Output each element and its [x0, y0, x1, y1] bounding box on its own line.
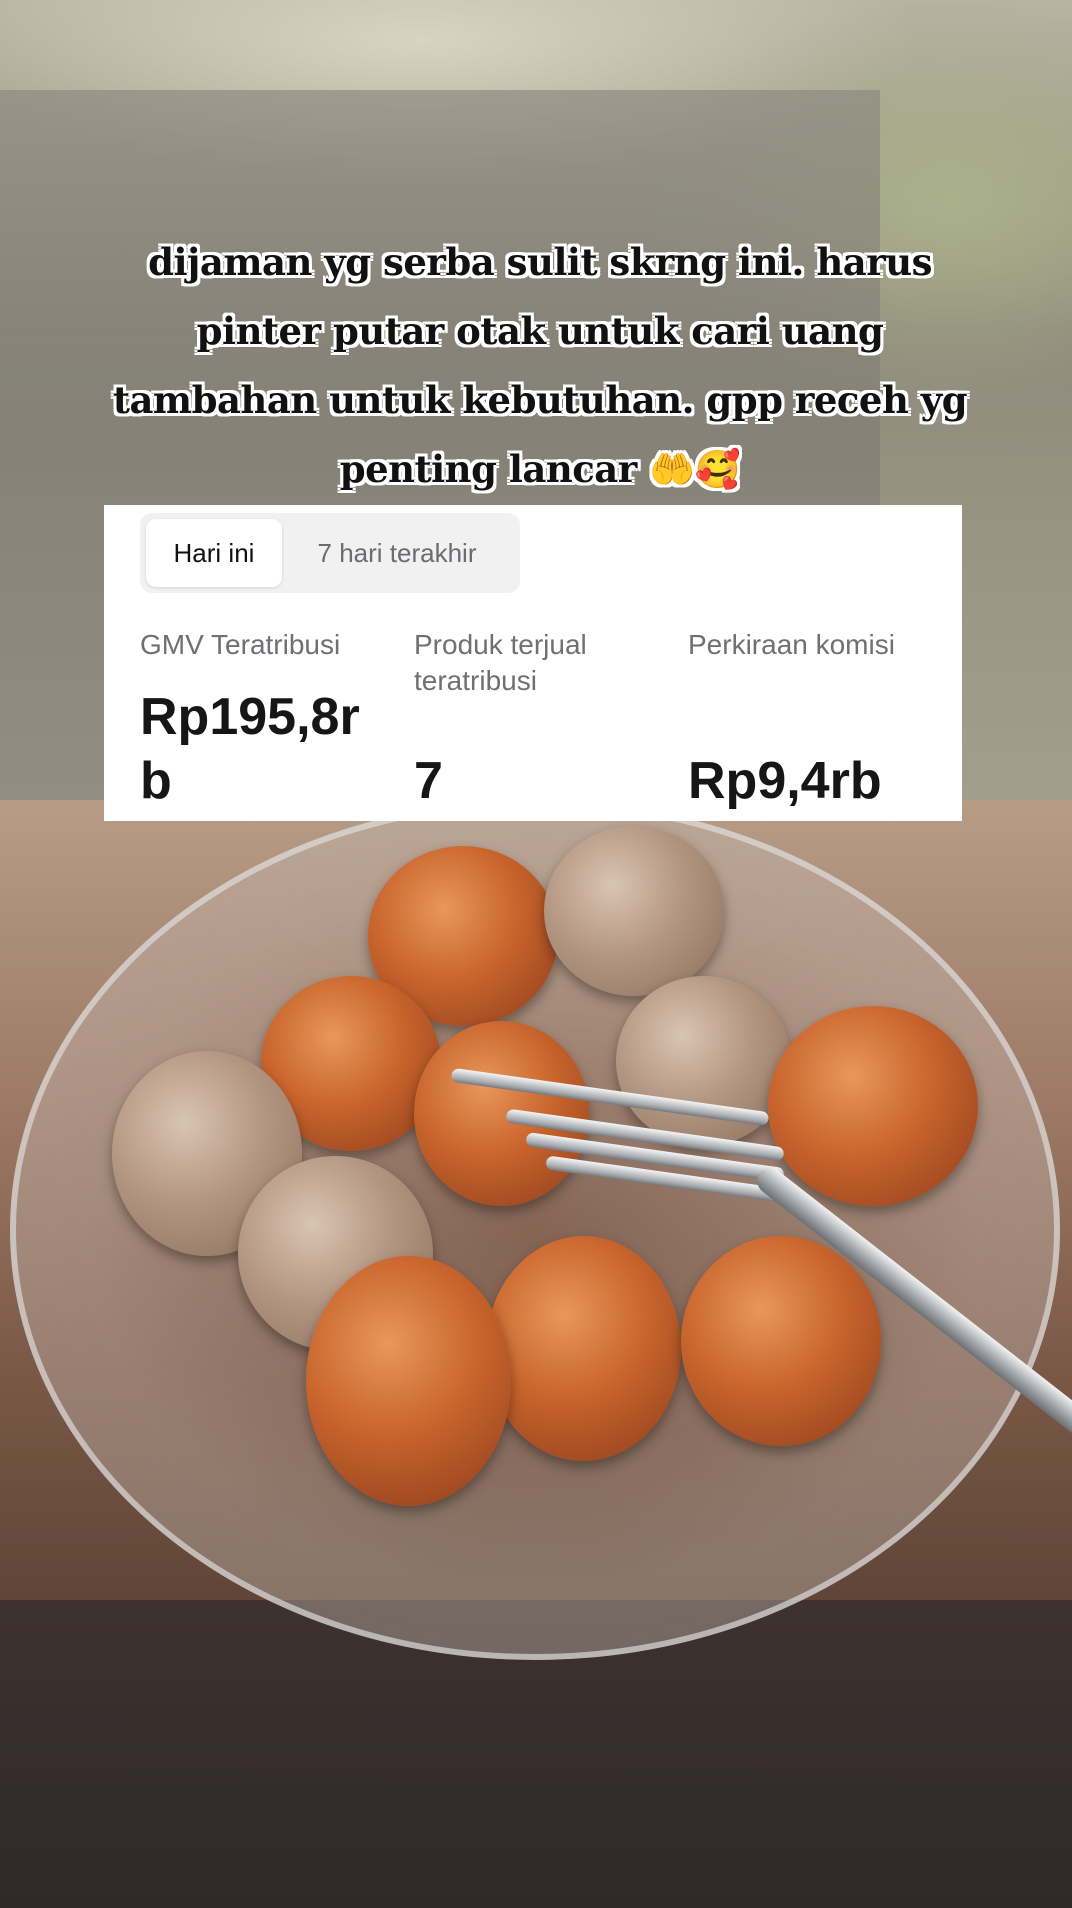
tab-today[interactable]: Hari ini: [146, 519, 282, 587]
meatball: [486, 1236, 681, 1461]
metric-commission-value: Rp9,4rb: [688, 752, 882, 810]
metric-commission: Perkiraan komisi: [688, 627, 948, 663]
metric-products-sold-value: 7: [414, 752, 443, 810]
metric-products-sold: Produk terjual teratribusi: [414, 627, 654, 699]
meatball: [544, 826, 724, 996]
affiliate-stats-card: Hari ini 7 hari terakhir GMV Teratribusi…: [104, 505, 962, 821]
glass-bowl-image: [10, 800, 1060, 1660]
meatball: [768, 1006, 978, 1206]
metric-gmv-value: Rp195,8rb: [140, 688, 360, 810]
metric-gmv: GMV Teratribusi: [140, 627, 380, 663]
metric-products-sold-label: Produk terjual teratribusi: [414, 629, 587, 696]
date-range-tabs: Hari ini 7 hari terakhir: [140, 513, 520, 593]
metric-commission-label: Perkiraan komisi: [688, 629, 895, 660]
tab-last-7-days[interactable]: 7 hari terakhir: [282, 519, 512, 587]
metric-gmv-label: GMV Teratribusi: [140, 629, 341, 660]
caption-text: dijaman yg serba sulit skrng ini. harus …: [112, 240, 968, 491]
video-frame: dijaman yg serba sulit skrng ini. harus …: [0, 0, 1072, 1908]
meatball: [414, 1021, 589, 1206]
meatball: [306, 1256, 511, 1506]
meatball: [681, 1236, 881, 1446]
